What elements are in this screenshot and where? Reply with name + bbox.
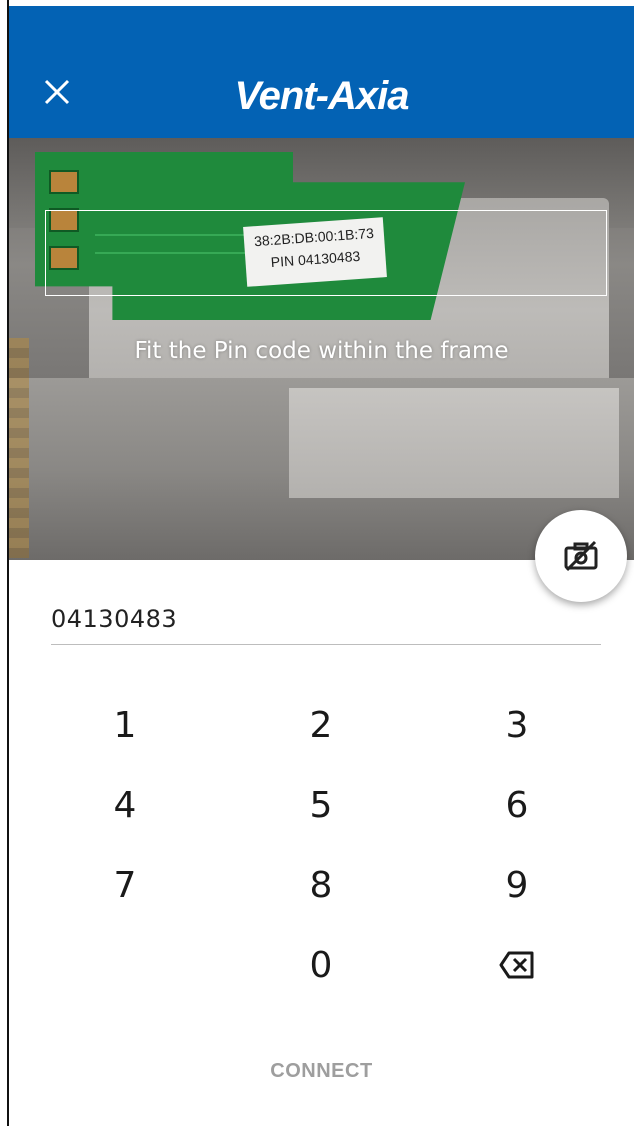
key-1[interactable]: 1 [65, 690, 185, 760]
pcb-pad [49, 170, 79, 194]
camera-preview: 38:2B:DB:00:1B:73 PIN 04130483 Fit the P… [9, 138, 634, 560]
backspace-icon [499, 951, 534, 979]
camera-scene [9, 338, 29, 558]
key-2[interactable]: 2 [261, 690, 381, 760]
camera-scene [289, 388, 619, 498]
brand-logo: Vent-Axia [234, 74, 409, 118]
camera-off-icon [564, 540, 598, 572]
key-3[interactable]: 3 [457, 690, 577, 760]
connect-button[interactable]: CONNECT [9, 1060, 634, 1083]
key-9[interactable]: 9 [457, 850, 577, 920]
camera-toggle-button[interactable] [535, 510, 627, 602]
scan-hint: Fit the Pin code within the frame [134, 338, 509, 364]
key-0[interactable]: 0 [261, 930, 381, 1000]
key-6[interactable]: 6 [457, 770, 577, 840]
pin-entry-screen: Vent-Axia 38:2B:DB:00:1B:73 PIN 04130483… [9, 0, 634, 1126]
window-edge [0, 0, 9, 1126]
app-header: Vent-Axia [9, 6, 634, 138]
key-5[interactable]: 5 [261, 770, 381, 840]
key-7[interactable]: 7 [65, 850, 185, 920]
key-8[interactable]: 8 [261, 850, 381, 920]
key-4[interactable]: 4 [65, 770, 185, 840]
backspace-button[interactable] [457, 930, 577, 1000]
scan-frame [45, 210, 607, 296]
pin-input[interactable] [51, 594, 601, 645]
